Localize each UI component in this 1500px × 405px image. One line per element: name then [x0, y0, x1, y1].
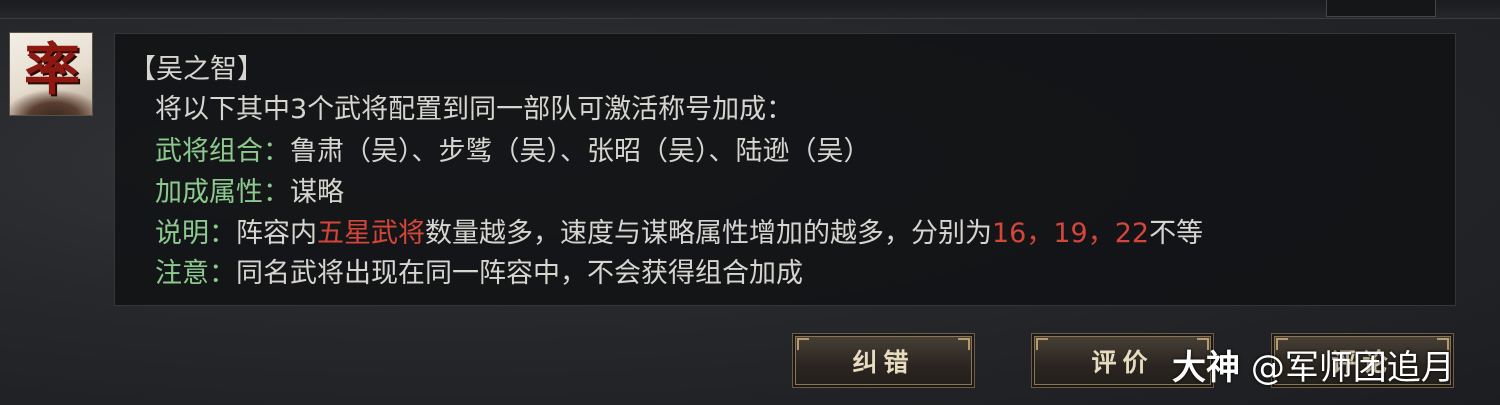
combo-row: 武将组合：鲁肃（吴）、步骘（吴）、张昭（吴）、陆逊（吴） — [155, 134, 871, 170]
general-avatar[interactable]: 率 — [9, 32, 93, 116]
avatar-glyph: 率 — [24, 37, 80, 103]
bonus-label: 加成属性： — [155, 177, 290, 208]
review-label: 评价 — [1091, 347, 1154, 377]
description-row: 说明：阵容内五星武将数量越多，速度与谋略属性增加的越多，分别为16，19，22不… — [155, 216, 1203, 252]
note-row: 注意：同名武将出现在同一阵容中，不会获得组合加成 — [155, 256, 803, 292]
top-right-box[interactable] — [1326, 0, 1436, 17]
description-mid: 数量越多，速度与谋略属性增加的越多，分别为 — [425, 218, 992, 249]
report-error-button[interactable]: 纠错 — [792, 333, 975, 388]
tooltip-title: 【吴之智】 — [129, 54, 264, 85]
description-highlight: 五星武将 — [317, 218, 425, 249]
tooltip-panel: 【吴之智】 将以下其中3个武将配置到同一部队可激活称号加成： 武将组合：鲁肃（吴… — [114, 33, 1456, 306]
watermark-handle: @军师团追月 — [1250, 348, 1455, 388]
tooltip-intro: 将以下其中3个武将配置到同一部队可激活称号加成： — [155, 94, 794, 125]
description-values: 16，19，22 — [992, 218, 1150, 249]
watermark: 大神 @军师团追月 — [1172, 346, 1455, 390]
combo-value: 鲁肃（吴）、步骘（吴）、张昭（吴）、陆逊（吴） — [290, 136, 871, 167]
report-error-label: 纠错 — [852, 347, 915, 377]
description-pre: 阵容内 — [236, 218, 317, 249]
description-label: 说明： — [155, 218, 236, 249]
bonus-row: 加成属性：谋略 — [155, 175, 344, 211]
description-post: 不等 — [1149, 218, 1204, 249]
note-value: 同名武将出现在同一阵容中，不会获得组合加成 — [236, 258, 803, 289]
bonus-value: 谋略 — [290, 177, 344, 208]
combo-label: 武将组合： — [155, 136, 290, 167]
top-bar — [0, 0, 1500, 19]
watermark-brand: 大神 — [1172, 348, 1240, 388]
corner-ornament-icon — [1036, 338, 1048, 350]
note-label: 注意： — [155, 258, 236, 289]
corner-ornament-icon — [958, 338, 970, 350]
corner-ornament-icon — [797, 338, 809, 350]
